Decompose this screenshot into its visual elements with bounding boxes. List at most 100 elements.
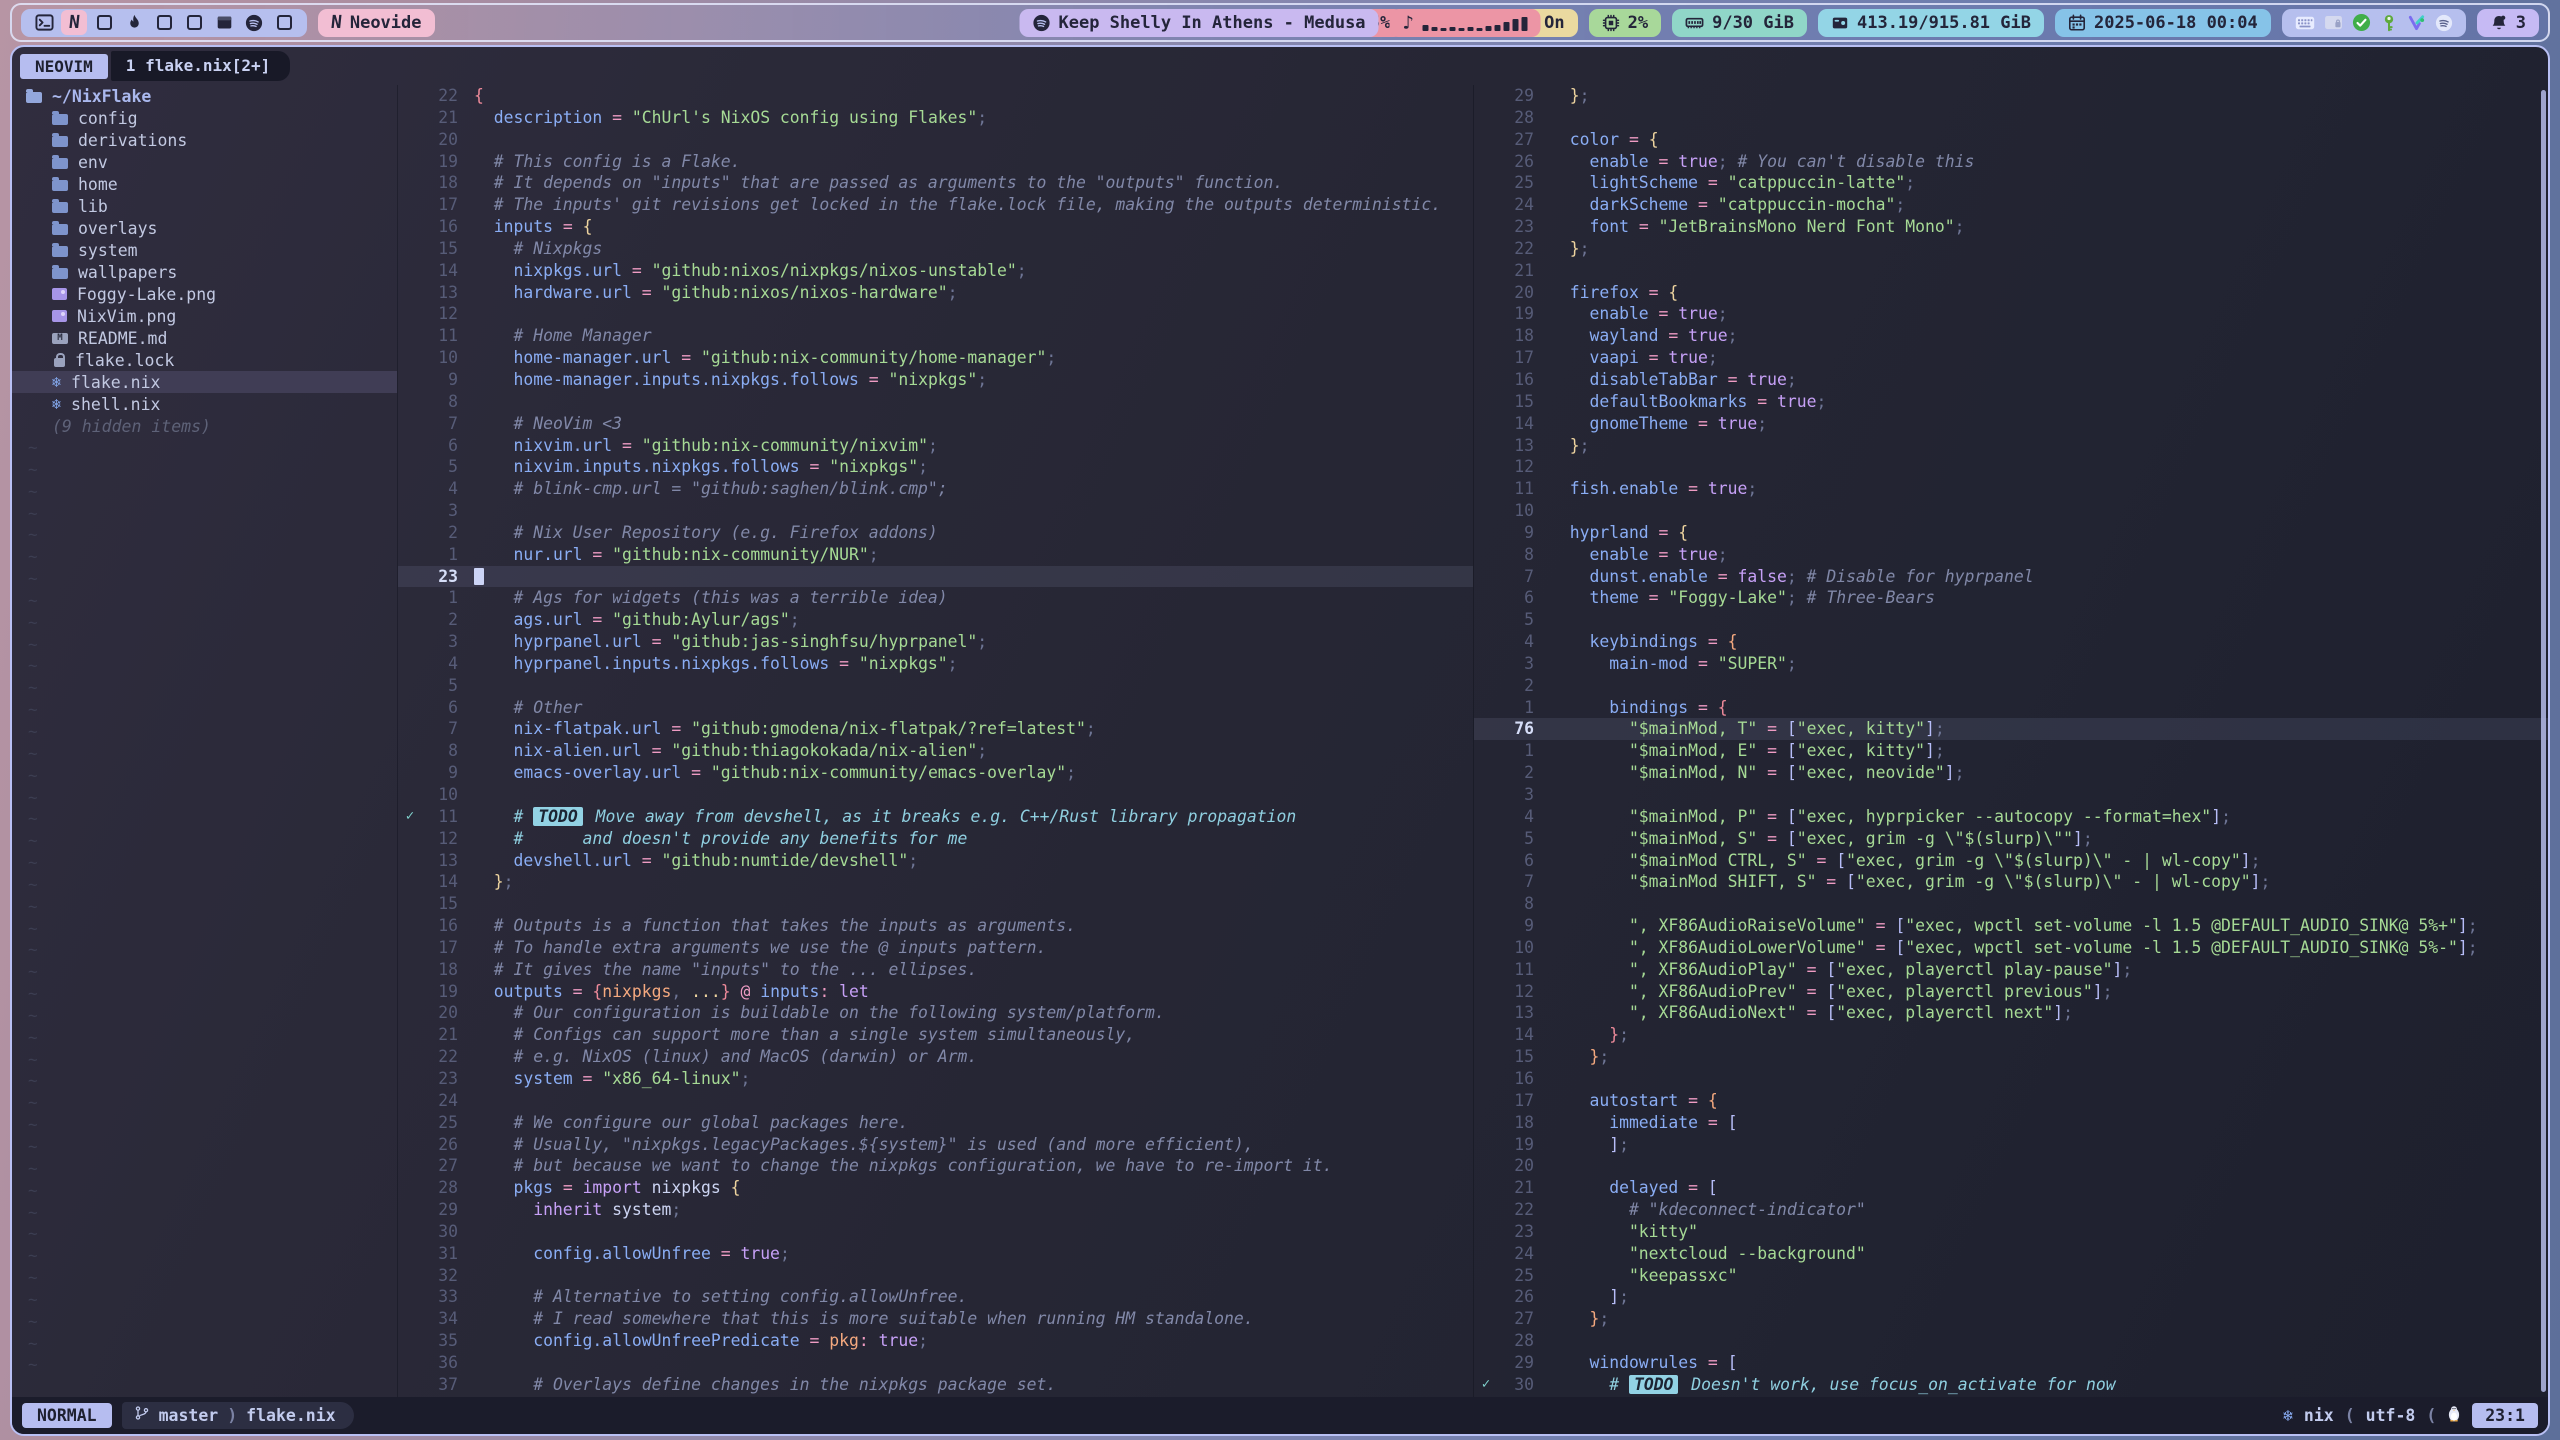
notifications-module[interactable]: 3 bbox=[2477, 9, 2539, 37]
window-title-pill[interactable]: N Neovide bbox=[318, 9, 435, 37]
code-line[interactable]: 20 # Our configuration is buildable on t… bbox=[398, 1002, 1473, 1024]
code-line[interactable]: 1 # Ags for widgets (this was a terrible… bbox=[398, 587, 1473, 609]
clock-module[interactable]: 2025-06-18 00:04 bbox=[2055, 9, 2271, 37]
screenshot-icon[interactable] bbox=[2324, 15, 2343, 30]
code-line[interactable]: 12 bbox=[1474, 456, 2548, 478]
code-line[interactable]: 28 bbox=[1474, 1330, 2548, 1352]
code-line[interactable]: 17 autostart = { bbox=[1474, 1090, 2548, 1112]
code-line[interactable]: 14 }; bbox=[1474, 1024, 2548, 1046]
code-line[interactable]: 8 enable = true; bbox=[1474, 544, 2548, 566]
code-line[interactable]: 12 bbox=[398, 303, 1473, 325]
tree-item-env[interactable]: env bbox=[12, 151, 397, 173]
code-line[interactable]: 4 # blink-cmp.url = "github:saghen/blink… bbox=[398, 478, 1473, 500]
code-line[interactable]: 2 "$mainMod, N" = ["exec, neovide"]; bbox=[1474, 762, 2548, 784]
code-line[interactable]: 13 ", XF86AudioNext" = ["exec, playerctl… bbox=[1474, 1002, 2548, 1024]
code-line[interactable]: 31 config.allowUnfree = true; bbox=[398, 1243, 1473, 1265]
code-line[interactable]: ✓11 # TODO Move away from devshell, as i… bbox=[398, 806, 1473, 828]
code-line[interactable]: 18 # It gives the name "inputs" to the .… bbox=[398, 959, 1473, 981]
code-line[interactable]: 17 # The inputs' git revisions get locke… bbox=[398, 194, 1473, 216]
code-line[interactable]: 16 disableTabBar = true; bbox=[1474, 369, 2548, 391]
v-app-icon[interactable] bbox=[2407, 13, 2426, 32]
media-module[interactable]: Keep Shelly In Athens - Medusa bbox=[1020, 9, 1379, 37]
code-line[interactable]: 4 hyprpanel.inputs.nixpkgs.follows = "ni… bbox=[398, 653, 1473, 675]
workspace-4[interactable] bbox=[121, 10, 147, 35]
code-line[interactable]: 15 bbox=[398, 893, 1473, 915]
code-line[interactable]: 20 bbox=[1474, 1155, 2548, 1177]
code-line[interactable]: 76 "$mainMod, T" = ["exec, kitty"]; bbox=[1474, 718, 2548, 740]
code-line[interactable]: 1 "$mainMod, E" = ["exec, kitty"]; bbox=[1474, 740, 2548, 762]
code-line[interactable]: 4 "$mainMod, P" = ["exec, hyprpicker --a… bbox=[1474, 806, 2548, 828]
workspace-7[interactable] bbox=[211, 10, 237, 35]
code-line[interactable]: 20 bbox=[398, 129, 1473, 151]
code-line[interactable]: 2 # Nix User Repository (e.g. Firefox ad… bbox=[398, 522, 1473, 544]
scrollbar[interactable] bbox=[2541, 90, 2546, 1392]
code-line[interactable]: 18 immediate = [ bbox=[1474, 1112, 2548, 1134]
code-line[interactable]: 32 bbox=[398, 1265, 1473, 1287]
spotify-light-icon[interactable] bbox=[2435, 14, 2453, 32]
code-line[interactable]: 17 vaapi = true; bbox=[1474, 347, 2548, 369]
workspace-3[interactable] bbox=[91, 10, 117, 35]
code-line[interactable]: 6 # Other bbox=[398, 697, 1473, 719]
tree-item-shell-nix[interactable]: ❄shell.nix bbox=[12, 393, 397, 415]
tree-item-nixvim-png[interactable]: NixVim.png bbox=[12, 305, 397, 327]
code-line[interactable]: 22 # "kdeconnect-indicator" bbox=[1474, 1199, 2548, 1221]
code-line[interactable]: 11 ", XF86AudioPlay" = ["exec, playerctl… bbox=[1474, 959, 2548, 981]
code-line[interactable]: 19 # This config is a Flake. bbox=[398, 151, 1473, 173]
system-tray[interactable] bbox=[2282, 9, 2466, 37]
keyboard-icon[interactable] bbox=[2295, 16, 2315, 30]
code-line[interactable]: 17 # To handle extra arguments we use th… bbox=[398, 937, 1473, 959]
workspace-5[interactable] bbox=[151, 10, 177, 35]
code-line[interactable]: 7 nix-flatpak.url = "github:gmodena/nix-… bbox=[398, 718, 1473, 740]
code-line[interactable]: 10 ", XF86AudioLowerVolume" = ["exec, wp… bbox=[1474, 937, 2548, 959]
code-line[interactable]: 26 ]; bbox=[1474, 1286, 2548, 1308]
code-line[interactable]: 3 main-mod = "SUPER"; bbox=[1474, 653, 2548, 675]
code-line[interactable]: 14 gnomeTheme = true; bbox=[1474, 413, 2548, 435]
code-line[interactable]: 9 hyprland = { bbox=[1474, 522, 2548, 544]
code-line[interactable]: 11 fish.enable = true; bbox=[1474, 478, 2548, 500]
code-line[interactable]: 5 nixvim.inputs.nixpkgs.follows = "nixpk… bbox=[398, 456, 1473, 478]
code-line[interactable]: 16 bbox=[1474, 1068, 2548, 1090]
code-line[interactable]: 25 # We configure our global packages he… bbox=[398, 1112, 1473, 1134]
code-line[interactable]: 25 lightScheme = "catppuccin-latte"; bbox=[1474, 172, 2548, 194]
code-line[interactable]: 5 "$mainMod, S" = ["exec, grim -g \"$(sl… bbox=[1474, 828, 2548, 850]
code-line[interactable]: 13 }; bbox=[1474, 435, 2548, 457]
tree-item-config[interactable]: config bbox=[12, 107, 397, 129]
code-line[interactable]: 1 nur.url = "github:nix-community/NUR"; bbox=[398, 544, 1473, 566]
tree-item-wallpapers[interactable]: wallpapers bbox=[12, 261, 397, 283]
code-line[interactable]: 35 config.allowUnfreePredicate = pkg: tr… bbox=[398, 1330, 1473, 1352]
code-line[interactable]: 6 nixvim.url = "github:nix-community/nix… bbox=[398, 435, 1473, 457]
tree-item-flake-nix[interactable]: ❄flake.nix bbox=[12, 371, 397, 393]
code-line[interactable]: 28 bbox=[1474, 107, 2548, 129]
code-line[interactable]: 1 bindings = { bbox=[1474, 697, 2548, 719]
tree-item-flake-lock[interactable]: flake.lock bbox=[12, 349, 397, 371]
disk-module[interactable]: 413.19/915.81 GiB bbox=[1818, 9, 2044, 37]
code-line[interactable]: 23 "kitty" bbox=[1474, 1221, 2548, 1243]
code-line[interactable]: 14 }; bbox=[398, 871, 1473, 893]
code-line[interactable]: 20 firefox = { bbox=[1474, 282, 2548, 304]
code-line[interactable]: 6 theme = "Foggy-Lake"; # Three-Bears bbox=[1474, 587, 2548, 609]
workspace-6[interactable] bbox=[181, 10, 207, 35]
code-line[interactable]: 26 # Usually, "nixpkgs.legacyPackages.${… bbox=[398, 1134, 1473, 1156]
code-line[interactable]: 18 # It depends on "inputs" that are pas… bbox=[398, 172, 1473, 194]
code-line[interactable]: 13 hardware.url = "github:nixos/nixos-ha… bbox=[398, 282, 1473, 304]
tree-item-lib[interactable]: lib bbox=[12, 195, 397, 217]
memory-module[interactable]: 9/30 GiB bbox=[1672, 9, 1807, 37]
code-line[interactable]: 28 pkgs = import nixpkgs { bbox=[398, 1177, 1473, 1199]
code-line[interactable]: 27 color = { bbox=[1474, 129, 2548, 151]
code-line[interactable]: 9 emacs-overlay.url = "github:nix-commun… bbox=[398, 762, 1473, 784]
code-line[interactable]: 15 }; bbox=[1474, 1046, 2548, 1068]
code-line[interactable]: 19 enable = true; bbox=[1474, 303, 2548, 325]
code-line[interactable]: 3 bbox=[1474, 784, 2548, 806]
code-line[interactable]: 23 system = "x86_64-linux"; bbox=[398, 1068, 1473, 1090]
code-line[interactable]: 18 wayland = true; bbox=[1474, 325, 2548, 347]
code-line[interactable]: 21 bbox=[1474, 260, 2548, 282]
code-line[interactable]: 12 ", XF86AudioPrev" = ["exec, playerctl… bbox=[1474, 981, 2548, 1003]
code-line[interactable]: 2 ags.url = "github:Aylur/ags"; bbox=[398, 609, 1473, 631]
code-line[interactable]: 15 # Nixpkgs bbox=[398, 238, 1473, 260]
key-icon[interactable] bbox=[2380, 14, 2398, 32]
code-line[interactable]: 19 outputs = {nixpkgs, ...} @ inputs: le… bbox=[398, 981, 1473, 1003]
code-line[interactable]: 29 inherit system; bbox=[398, 1199, 1473, 1221]
tree-item-foggy-lake-png[interactable]: Foggy-Lake.png bbox=[12, 283, 397, 305]
check-circle-icon[interactable] bbox=[2352, 13, 2371, 32]
code-line[interactable]: 8 bbox=[1474, 893, 2548, 915]
